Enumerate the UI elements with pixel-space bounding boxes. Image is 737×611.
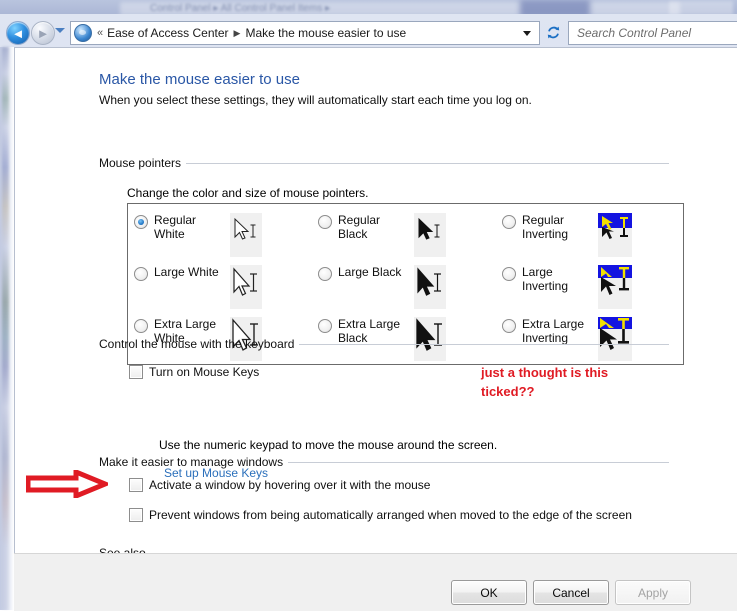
radio-extra-large-inverting[interactable] <box>502 319 516 333</box>
annotation-note-line-1: just a thought is this <box>481 365 609 380</box>
recent-pages-chevron-down-icon[interactable] <box>55 28 65 33</box>
pointer-label: Regular White <box>154 213 197 241</box>
refresh-glyph <box>547 26 559 38</box>
pointer-option-large-black[interactable]: Large Black <box>318 265 446 317</box>
checkbox-label: Activate a window by hovering over it wi… <box>149 478 431 492</box>
back-button[interactable]: ◄ <box>6 21 30 45</box>
checkbox-activate-window-hover[interactable] <box>129 478 143 492</box>
pointer-option-large-inverting[interactable]: Large Inverting <box>502 265 632 317</box>
refresh-icon[interactable] <box>543 22 563 42</box>
checkbox-label: Prevent windows from being automatically… <box>149 508 632 522</box>
pointer-preview-regular-black <box>414 213 446 257</box>
ok-button[interactable]: OK <box>451 580 527 605</box>
pointer-preview-large-inverting <box>598 265 632 309</box>
pointer-preview-large-white <box>230 265 262 309</box>
control-panel-icon <box>74 24 92 42</box>
forward-button[interactable]: ► <box>31 21 55 45</box>
address-chevron-down-icon[interactable] <box>523 30 531 36</box>
pointer-label: Large White <box>154 265 219 279</box>
content-pane: Make the mouse easier to use When you se… <box>14 47 737 555</box>
cancel-button[interactable]: Cancel <box>533 580 609 605</box>
group-rule <box>288 461 669 463</box>
radio-large-black[interactable] <box>318 267 332 281</box>
pointer-option-regular-black[interactable]: Regular Black <box>318 213 446 265</box>
group-header-mouse-keys: Control the mouse with the keyboard <box>99 337 669 351</box>
red-arrow-right-icon <box>25 468 112 500</box>
back-arrow-icon: ◄ <box>11 25 25 41</box>
pointer-preview-large-black <box>414 265 446 309</box>
pointer-preview-regular-inverting <box>598 213 632 257</box>
radio-large-inverting[interactable] <box>502 267 516 281</box>
group-title-mouse-pointers: Mouse pointers <box>99 156 182 170</box>
breadcrumb-item-ease-of-access[interactable]: Ease of Access Center <box>107 26 228 40</box>
radio-regular-black[interactable] <box>318 215 332 229</box>
forward-arrow-icon: ► <box>36 25 50 41</box>
group-rule <box>299 343 669 345</box>
group-title-mouse-keys: Control the mouse with the keyboard <box>99 337 295 351</box>
breadcrumb-separator-icon: ▶ <box>233 27 241 38</box>
pointer-option-large-white[interactable]: Large White <box>134 265 262 317</box>
pointers-caption: Change the color and size of mouse point… <box>127 186 369 200</box>
checkbox-label: Turn on Mouse Keys <box>149 365 260 379</box>
address-bar[interactable]: « Ease of Access Center ▶ Make the mouse… <box>70 21 540 45</box>
pointer-preview-regular-white <box>230 213 262 257</box>
window-left-edge <box>0 47 14 610</box>
breadcrumb-item-make-mouse-easier[interactable]: Make the mouse easier to use <box>245 26 406 40</box>
pointer-label: Large Black <box>338 265 402 279</box>
background-window-controls <box>669 1 733 15</box>
radio-extra-large-black[interactable] <box>318 319 332 333</box>
pointer-option-regular-inverting[interactable]: Regular Inverting <box>502 213 632 265</box>
search-box[interactable]: Search Control Panel <box>568 21 737 45</box>
group-header-manage-windows: Make it easier to manage windows <box>99 455 669 469</box>
navigation-bar: ◄ ► « Ease of Access Center ▶ Make the m… <box>0 18 737 46</box>
group-title-manage-windows: Make it easier to manage windows <box>99 455 284 469</box>
checkbox-row-turn-on-mouse-keys[interactable]: Turn on Mouse Keys <box>129 365 259 379</box>
page-subtitle: When you select these settings, they wil… <box>99 93 532 107</box>
pointer-option-regular-white[interactable]: Regular White <box>134 213 262 265</box>
breadcrumb-overflow-icon[interactable]: « <box>97 27 103 39</box>
dialog-footer: OK Cancel Apply <box>14 553 737 611</box>
radio-regular-white[interactable] <box>134 215 148 229</box>
page-title: Make the mouse easier to use <box>99 71 300 88</box>
search-input[interactable]: Search Control Panel <box>577 26 691 40</box>
checkbox-prevent-auto-arrange[interactable] <box>129 508 143 522</box>
apply-button: Apply <box>615 580 691 605</box>
radio-regular-inverting[interactable] <box>502 215 516 229</box>
annotation-note: just a thought is this ticked?? <box>481 363 608 401</box>
checkbox-row-prevent-auto-arrange[interactable]: Prevent windows from being automatically… <box>129 508 632 522</box>
radio-large-white[interactable] <box>134 267 148 281</box>
background-breadcrumb: Control Panel ▸ All Control Panel Items … <box>150 3 331 14</box>
mouse-keys-description: Use the numeric keypad to move the mouse… <box>159 438 498 452</box>
pointer-label: Large Inverting <box>522 265 569 293</box>
annotation-note-line-2: ticked?? <box>481 384 535 399</box>
group-rule <box>186 162 669 164</box>
radio-extra-large-white[interactable] <box>134 319 148 333</box>
pointer-label: Regular Inverting <box>522 213 569 241</box>
group-header-mouse-pointers: Mouse pointers <box>99 156 669 170</box>
pointer-label: Regular Black <box>338 213 381 241</box>
edge-texture <box>2 47 9 610</box>
checkbox-row-activate-window-hover[interactable]: Activate a window by hovering over it wi… <box>129 478 430 492</box>
checkbox-turn-on-mouse-keys[interactable] <box>129 365 143 379</box>
